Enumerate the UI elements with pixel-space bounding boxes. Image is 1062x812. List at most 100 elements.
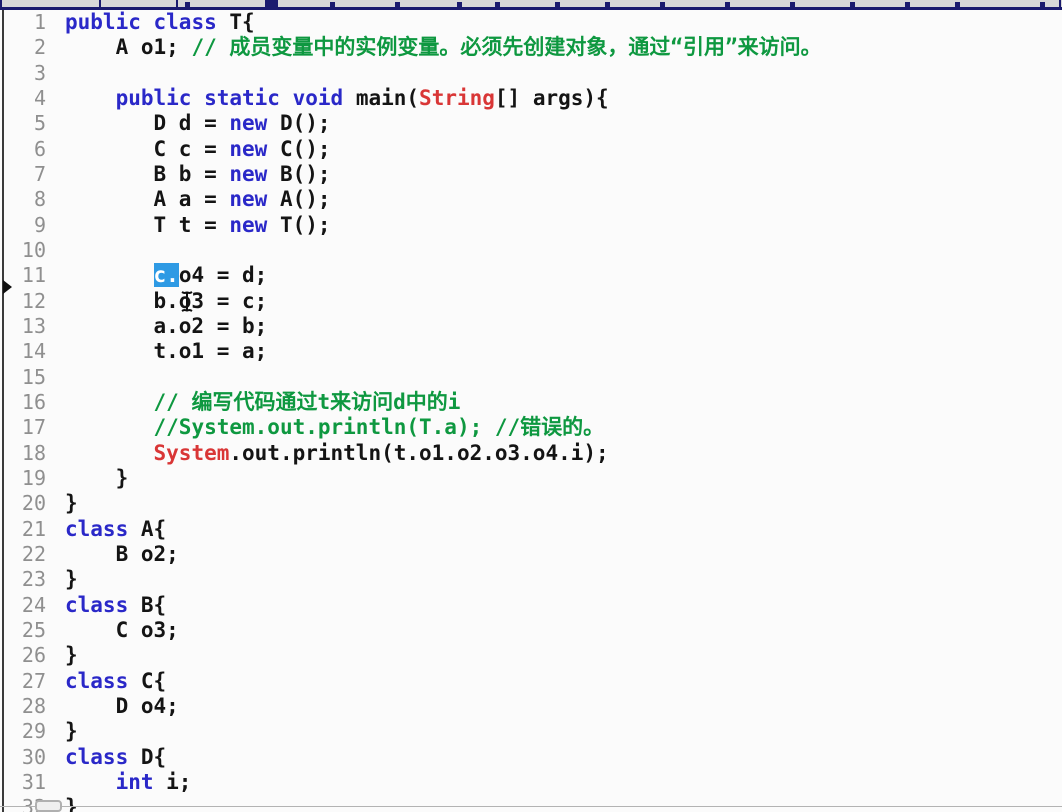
line-number: 22 [21, 541, 46, 566]
code-line[interactable]: 13 a.o2 = b; [0, 314, 1062, 339]
code-line[interactable]: 21 class A{ [0, 517, 1062, 542]
toolbar-separator [176, 0, 178, 7]
selected-text: c. [153, 263, 179, 288]
code-segment: new [229, 161, 268, 186]
code-text: //System.out.println(T.a); //错误的。 [65, 415, 605, 440]
text-cursor-icon [179, 290, 195, 318]
code-segment: class [65, 516, 129, 541]
code-text: T t = new T(); [65, 213, 331, 238]
code-segment: B(); [267, 161, 331, 186]
code-segment: C{ [128, 668, 167, 693]
code-line[interactable]: 29} [0, 719, 1062, 744]
code-segment: } [65, 719, 78, 744]
horizontal-scrollbar[interactable] [35, 800, 62, 812]
code-segment: // 成员变量中的实例变量。必须先创建对象，通过“引用”来访问。 [191, 35, 822, 60]
code-line[interactable]: 26} [0, 643, 1062, 668]
line-number: 10 [21, 237, 46, 262]
line-number: 1 [33, 10, 46, 34]
line-number: 27 [21, 668, 46, 693]
code-line[interactable]: 16 // 编写代码通过t来访问d中的i [0, 390, 1062, 415]
code-line[interactable]: 32} [0, 795, 1062, 812]
toolbar-icon [265, 0, 278, 7]
toolbar-icon [1040, 2, 1045, 7]
line-number: 23 [21, 567, 46, 592]
code-text: public class T{ [65, 10, 255, 35]
code-segment: } [65, 491, 78, 516]
code-segment: } [65, 567, 78, 592]
code-segment: public [115, 85, 192, 110]
code-line[interactable]: 8 A a = new A(); [0, 187, 1062, 212]
code-text: C o3; [65, 618, 179, 643]
code-segment: .out.println(t.o1.o2.o3.o4.i); [229, 440, 609, 465]
code-line[interactable]: 12 b.o3 = c; [0, 289, 1062, 314]
toolbar-icon [850, 2, 855, 7]
code-line[interactable]: 28 D o4; [0, 694, 1062, 719]
code-line[interactable]: 31 int i; [0, 770, 1062, 795]
line-number: 6 [33, 136, 46, 161]
code-segment: D o4; [65, 693, 179, 718]
code-line[interactable]: 10 [0, 238, 1062, 263]
code-segment: static [204, 85, 280, 110]
code-text: } [65, 643, 78, 668]
code-line[interactable]: 23} [0, 567, 1062, 592]
code-text: } [65, 795, 78, 812]
code-line[interactable]: 25 C o3; [0, 618, 1062, 643]
code-segment: t.o1 = a; [65, 339, 268, 364]
code-line[interactable]: 3 [0, 61, 1062, 86]
code-segment: [] args){ [494, 85, 609, 110]
code-text: class C{ [65, 669, 166, 694]
code-segment: T(); [267, 212, 331, 237]
code-segment: a.o2 = b; [65, 313, 268, 338]
code-segment: C o3; [65, 617, 179, 642]
toolbar-icon [457, 2, 462, 7]
code-segment: class [65, 744, 129, 769]
line-number: 19 [21, 465, 46, 490]
code-text: } [65, 491, 78, 516]
code-line[interactable]: 22 B o2; [0, 542, 1062, 567]
code-text: public static void main(String[] args){ [65, 86, 609, 111]
code-text: class A{ [65, 517, 166, 542]
code-line[interactable]: 14 t.o1 = a; [0, 339, 1062, 364]
code-line[interactable]: 24 class B{ [0, 593, 1062, 618]
line-number: 7 [33, 161, 46, 186]
line-number: 28 [21, 693, 46, 718]
line-number: 26 [21, 643, 46, 668]
code-segment: void [292, 85, 344, 110]
code-segment: } [65, 795, 78, 812]
line-number: 16 [21, 389, 46, 414]
code-line[interactable]: 19 } [0, 466, 1062, 491]
code-editor[interactable]: 1 public class T{2 A o1; // 成员变量中的实例变量。必须… [0, 10, 1062, 812]
code-line[interactable]: 5 D d = new D(); [0, 111, 1062, 136]
code-line[interactable]: 9 T t = new T(); [0, 213, 1062, 238]
code-segment: System [153, 440, 230, 465]
code-line[interactable]: 20} [0, 491, 1062, 516]
code-line[interactable]: 30 class D{ [0, 745, 1062, 770]
code-line[interactable]: 6 C c = new C(); [0, 137, 1062, 162]
code-text: // 编写代码通过t来访问d中的i [65, 390, 461, 415]
line-number: 24 [21, 592, 46, 617]
code-segment: new [229, 187, 268, 212]
line-number: 13 [21, 313, 46, 338]
code-line[interactable]: 18 System.out.println(t.o1.o2.o3.o4.i); [0, 441, 1062, 466]
code-segment: o4 = d; [178, 263, 268, 288]
code-line[interactable]: 4 public static void main(String[] args)… [0, 86, 1062, 111]
code-line[interactable]: 1 public class T{ [0, 10, 1062, 35]
code-line[interactable]: 15 [0, 365, 1062, 390]
code-line[interactable]: 2 A o1; // 成员变量中的实例变量。必须先创建对象，通过“引用”来访问。 [0, 35, 1062, 60]
code-text: c.o4 = d; [65, 263, 267, 288]
code-line[interactable]: 7 B b = new B(); [0, 162, 1062, 187]
code-line[interactable]: 11 c.o4 = d; [0, 263, 1062, 288]
code-line[interactable]: 27 class C{ [0, 669, 1062, 694]
code-segment: A(); [267, 187, 331, 212]
code-text: D d = new D(); [65, 111, 331, 136]
line-number: 4 [33, 85, 46, 110]
code-segment: T{ [216, 10, 255, 34]
code-text: } [65, 719, 78, 744]
code-text: B b = new B(); [65, 162, 331, 187]
code-text: class D{ [65, 745, 166, 770]
code-line[interactable]: 17 //System.out.println(T.a); //错误的。 [0, 415, 1062, 440]
